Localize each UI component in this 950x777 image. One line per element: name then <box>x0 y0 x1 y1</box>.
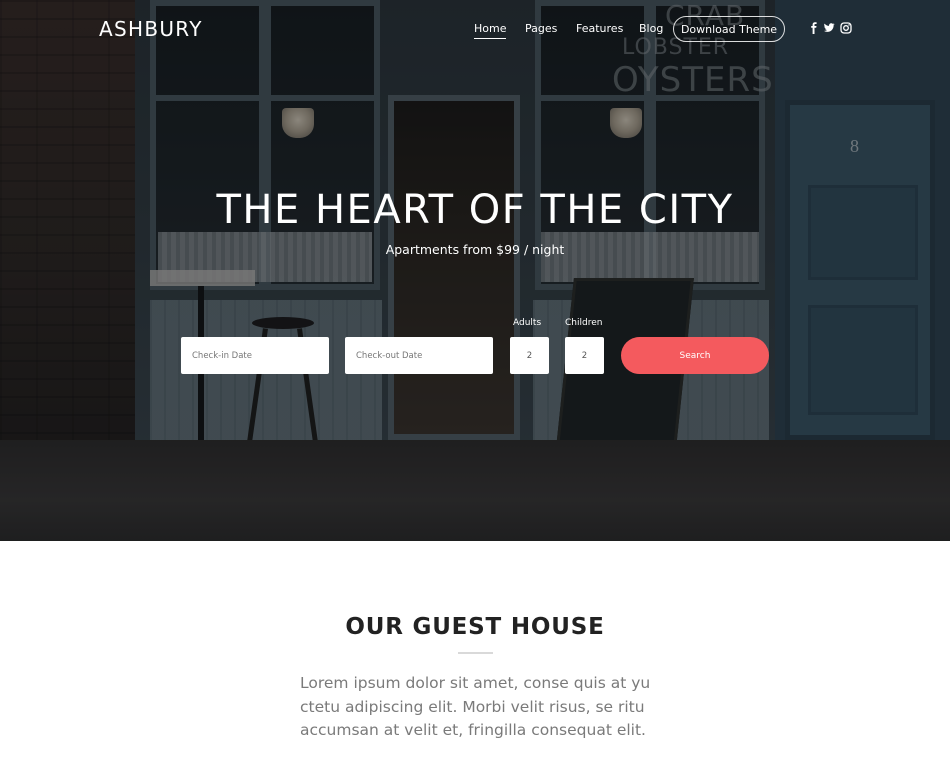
download-theme-button[interactable]: Download Theme <box>673 16 785 42</box>
nav-home[interactable]: Home <box>474 22 507 39</box>
paragraph-line: Lorem ipsum dolor sit amet, conse quis a… <box>300 674 651 692</box>
section-paragraph: Lorem ipsum dolor sit amet, conse quis a… <box>300 672 652 743</box>
adults-input[interactable]: 2 <box>510 337 549 374</box>
children-input[interactable]: 2 <box>565 337 604 374</box>
facebook-icon[interactable] <box>808 22 820 34</box>
paragraph-line: ctetu adipiscing elit. Morbi velit risus… <box>300 697 645 716</box>
twitter-icon[interactable] <box>823 22 835 34</box>
checkout-date-input[interactable]: Check-out Date <box>345 337 493 374</box>
hero-overlay <box>0 0 950 541</box>
nav-blog[interactable]: Blog <box>639 22 663 35</box>
hero-title: THE HEART OF THE CITY <box>216 187 734 233</box>
nav-pages[interactable]: Pages <box>525 22 557 35</box>
paragraph-line: accumsan at velit et, fringilla consequa… <box>300 721 646 739</box>
search-button[interactable]: Search <box>621 337 769 374</box>
children-label: Children <box>565 318 603 328</box>
section-title: OUR GUEST HOUSE <box>345 614 605 640</box>
site-logo[interactable]: ASHBURY <box>99 17 203 41</box>
adults-label: Adults <box>513 318 542 328</box>
instagram-icon[interactable] <box>840 22 852 34</box>
checkin-date-input[interactable]: Check-in Date <box>181 337 329 374</box>
hero-subtitle: Apartments from $99 / night <box>385 242 565 257</box>
nav-features[interactable]: Features <box>576 22 623 35</box>
hero-section: CRAB LOBSTER OYSTERS 8 ASHBURY Home Page… <box>0 0 950 541</box>
section-divider <box>458 652 493 654</box>
